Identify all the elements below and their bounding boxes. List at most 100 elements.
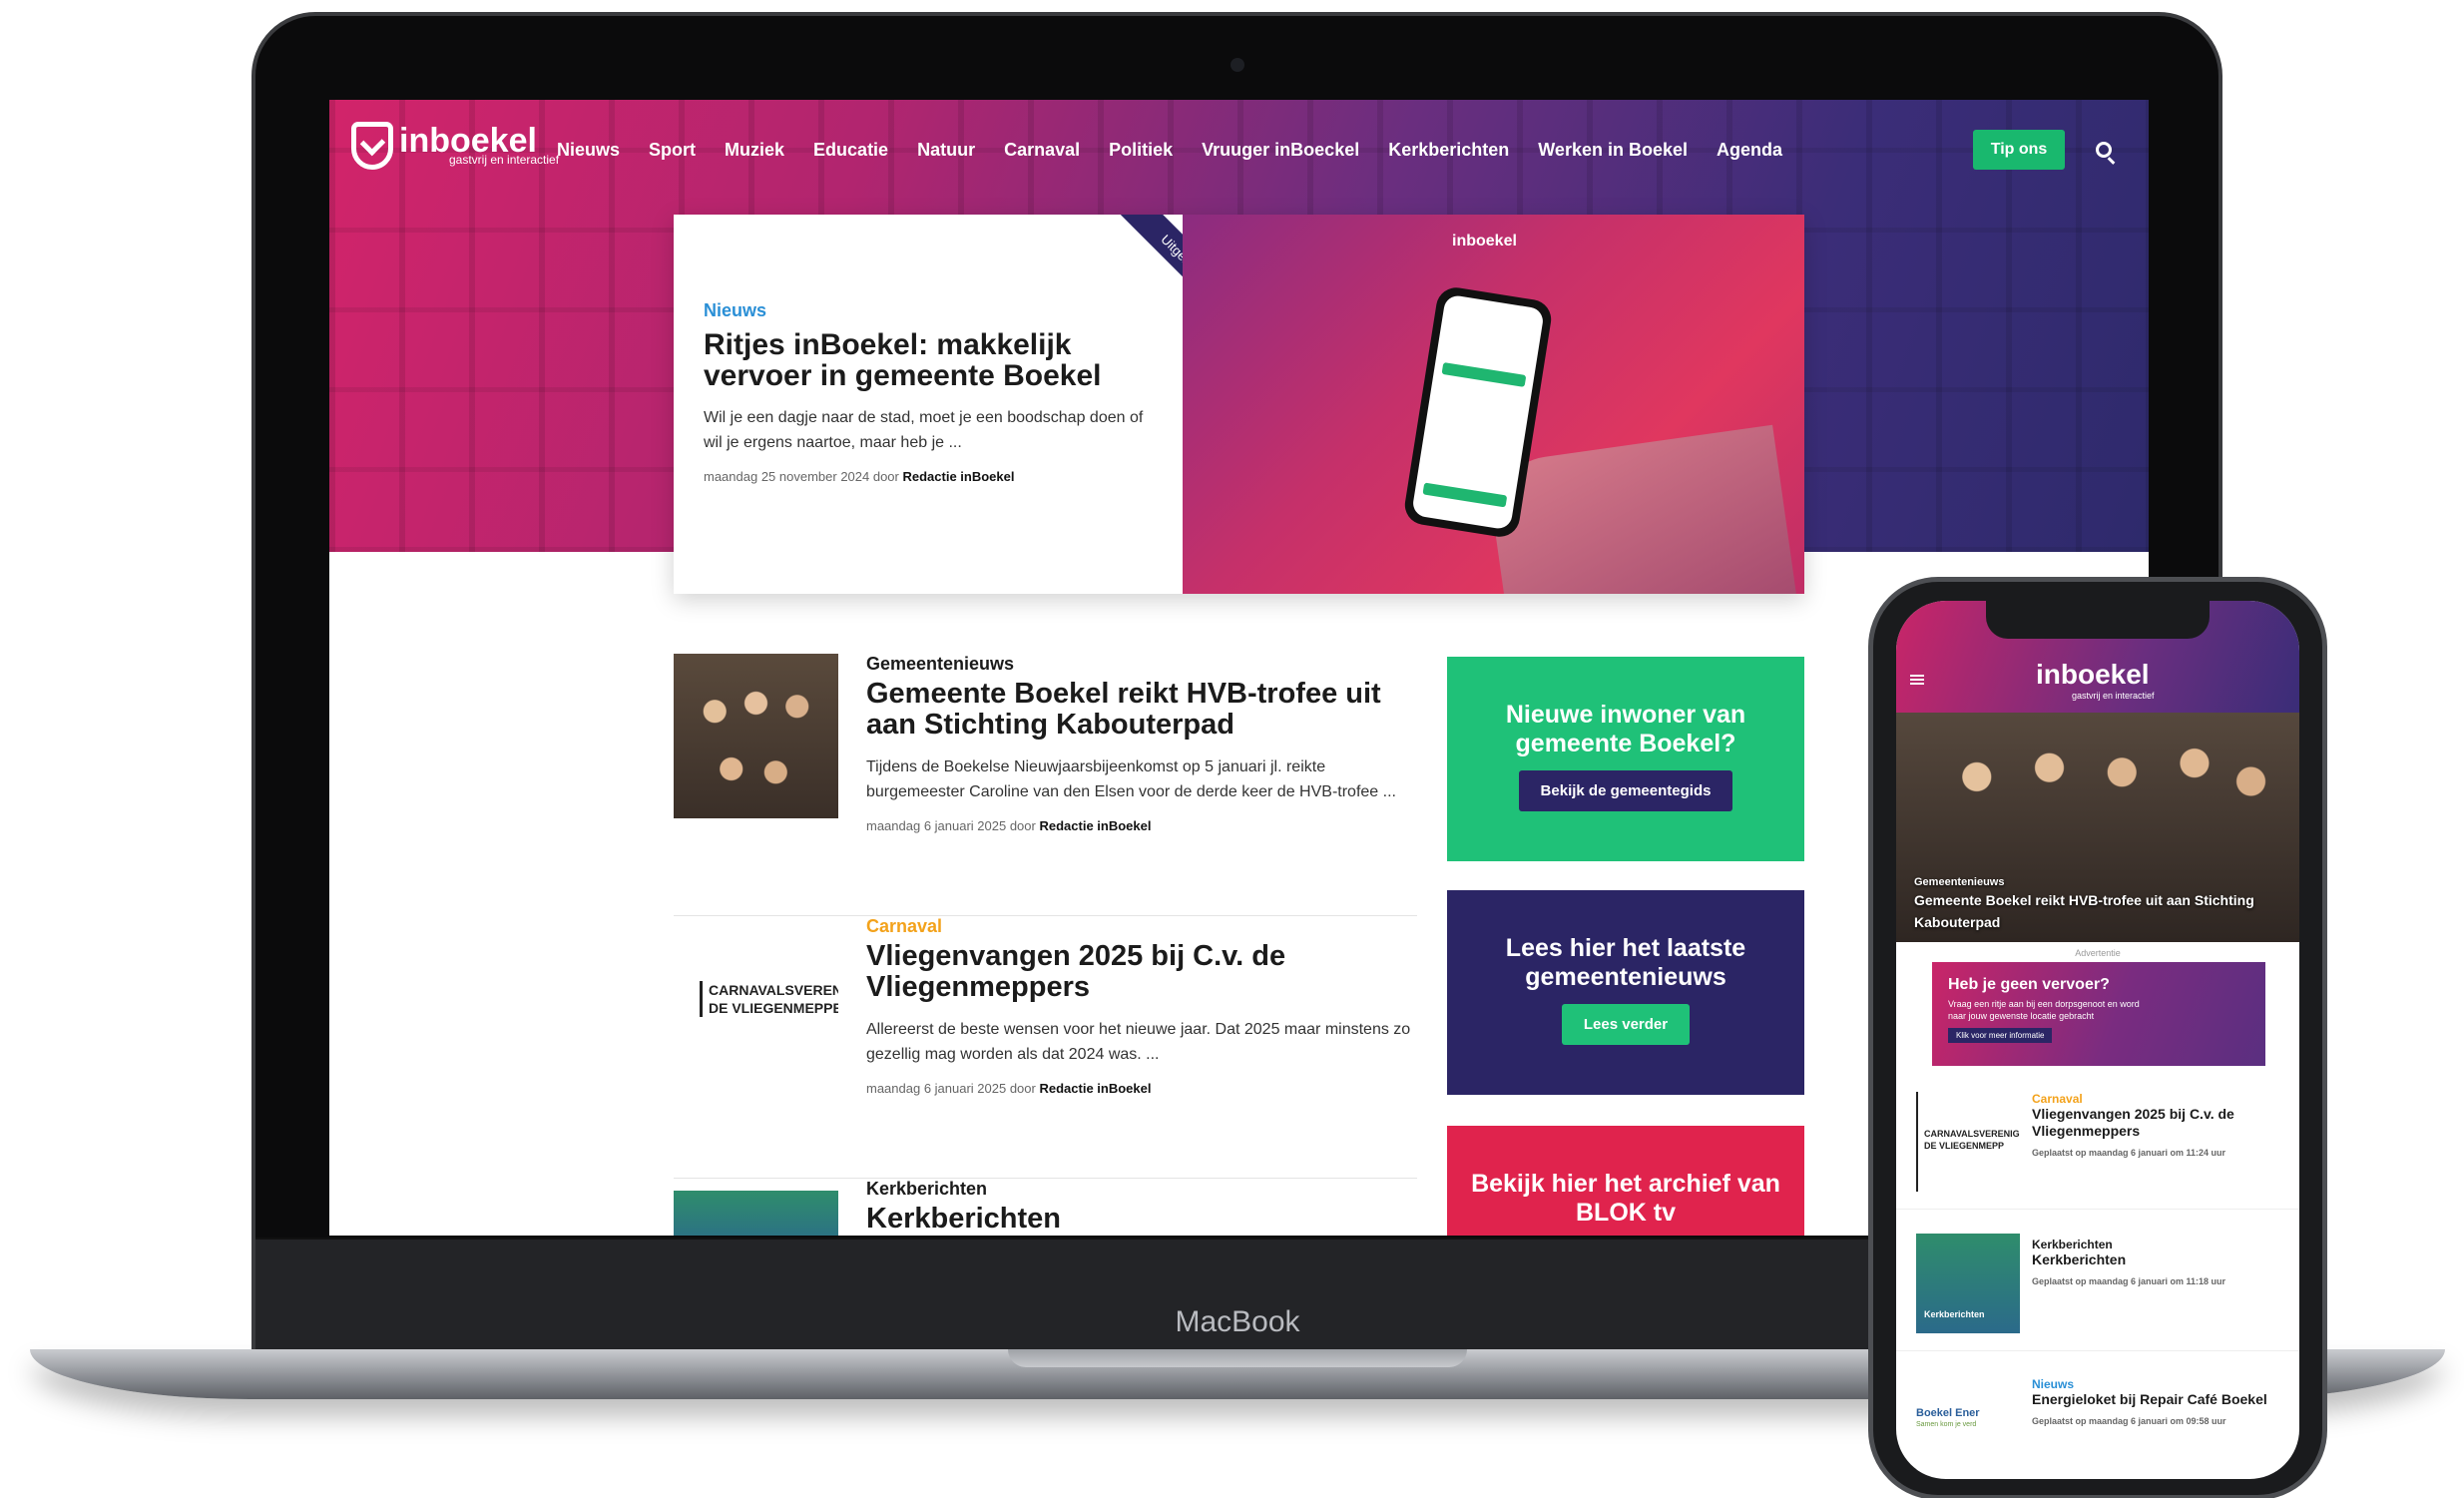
featured-date: maandag 25 november 2024 door (704, 469, 899, 484)
list-item[interactable]: Kerkberichten Kerkberichten Kerkberichte… (1896, 1212, 2299, 1351)
featured-meta: maandag 25 november 2024 door Redactie i… (704, 469, 1155, 484)
site-header: inboekel gastvrij en interactief Nieuws … (329, 100, 2149, 200)
vliegenmeppers-logo: CARNAVALSVERENIG DE VLIEGENMEPPE (700, 980, 838, 1017)
list-item[interactable]: Boekel Ener Samen kom je verd Nieuws Ene… (1896, 1353, 2299, 1479)
featured-category[interactable]: Nieuws (704, 300, 1155, 321)
thumb-line: Samen kom je verd (1916, 1421, 1977, 1428)
nav-item-educatie[interactable]: Educatie (813, 140, 888, 161)
list-item[interactable]: CARNAVALSVERENIG DE VLIEGENMEPPE Carnava… (674, 916, 1417, 1179)
article-category[interactable]: Gemeentenieuws (866, 654, 1417, 675)
logo-line: DE VLIEGENMEPPE (709, 999, 838, 1016)
phone-logo-text: inboekel (2036, 659, 2150, 690)
promo-title: Bekijk hier het archief van BLOK tv (1471, 1170, 1780, 1227)
phone-logo[interactable]: inboekel gastvrij en interactief (2036, 659, 2155, 701)
phone-item-title[interactable]: Vliegenvangen 2025 bij C.v. de Vliegenme… (2032, 1106, 2281, 1140)
nav-item-sport[interactable]: Sport (649, 140, 696, 161)
phone-item-category[interactable]: Carnaval (2032, 1092, 2281, 1106)
phone-item-meta: Geplaatst op maandag 6 januari om 09:58 … (2032, 1416, 2226, 1426)
lees-verder-button[interactable]: Lees verder (1561, 1004, 1691, 1045)
phone-hero-text: Gemeentenieuws Gemeente Boekel reikt HVB… (1914, 876, 2285, 933)
nav-item-werken[interactable]: Werken in Boekel (1538, 140, 1688, 161)
nav-item-vruuger[interactable]: Vruuger inBoeckel (1202, 140, 1359, 161)
thumb-line: Boekel Ener (1916, 1407, 1980, 1419)
article-thumbnail[interactable] (674, 1191, 838, 1236)
featured-image-logo: inboekel (1452, 233, 1517, 250)
thumb-line: Kerkberichten (1924, 1309, 1985, 1319)
tip-ons-button[interactable]: Tip ons (1973, 130, 2065, 170)
phone-item-title[interactable]: Kerkberichten (2032, 1251, 2281, 1268)
thumb-line: CARNAVALSVERENIG (1924, 1129, 2020, 1139)
laptop-camera (1231, 58, 1244, 72)
nav-item-nieuws[interactable]: Nieuws (557, 140, 620, 161)
article-author[interactable]: Redactie inBoekel (1039, 818, 1151, 833)
promo-new-residents: Nieuwe inwoner van gemeente Boekel? Beki… (1447, 657, 1804, 861)
article-title[interactable]: Kerkberichten (866, 1204, 1417, 1235)
promo-blok-tv[interactable]: Bekijk hier het archief van BLOK tv (1447, 1126, 1804, 1236)
article-thumbnail[interactable]: CARNAVALSVERENIG DE VLIEGENMEPPE (674, 916, 838, 1081)
nav-item-natuur[interactable]: Natuur (917, 140, 975, 161)
article-excerpt: Tijdens de Boekelse Nieuwjaarsbijeenkoms… (866, 758, 1396, 800)
laptop-opening-notch (1008, 1349, 1467, 1367)
phone-hero-title[interactable]: Gemeente Boekel reikt HVB-trofee uit aan… (1914, 889, 2285, 933)
main-nav: Nieuws Sport Muziek Educatie Natuur Carn… (557, 140, 1811, 161)
logo-tagline: gastvrij en interactief (449, 153, 560, 167)
gemeentegids-button[interactable]: Bekijk de gemeentegids (1518, 770, 1733, 811)
ad-button[interactable]: Klik voor meer informatie (1948, 1028, 2053, 1043)
phone-logo-tagline: gastvrij en interactief (2072, 691, 2155, 701)
featured-excerpt: Wil je een dagje naar de stad, moet je e… (704, 409, 1144, 451)
article-title[interactable]: Gemeente Boekel reikt HVB-trofee uit aan… (866, 679, 1417, 741)
promo-municipal-news: Lees hier het laatste gemeentenieuws Lee… (1447, 890, 1804, 1095)
phone-item-category[interactable]: Kerkberichten (2032, 1238, 2281, 1251)
list-item[interactable]: CARNAVALSVERENIG DE VLIEGENMEPP Carnaval… (1896, 1080, 2299, 1210)
phone-item-thumbnail[interactable]: Boekel Ener Samen kom je verd (1916, 1375, 2020, 1475)
featured-text: Nieuws Ritjes inBoekel: makkelijk vervoe… (674, 215, 1183, 594)
phone-hero-article[interactable]: Gemeentenieuws Gemeente Boekel reikt HVB… (1896, 713, 2299, 942)
nav-item-politiek[interactable]: Politiek (1109, 140, 1173, 161)
featured-title[interactable]: Ritjes inBoekel: makkelijk vervoer in ge… (704, 329, 1155, 391)
phone-notch (1986, 599, 2210, 639)
phone-item-thumbnail[interactable]: CARNAVALSVERENIG DE VLIEGENMEPP (1916, 1092, 2020, 1192)
article-list: Gemeentenieuws Gemeente Boekel reikt HVB… (674, 654, 1417, 1236)
nav-item-kerkberichten[interactable]: Kerkberichten (1388, 140, 1509, 161)
hand-illustration (1485, 424, 1798, 594)
logo-line: CARNAVALSVERENIG (709, 981, 838, 998)
promo-title: Nieuwe inwoner van gemeente Boekel? (1505, 701, 1746, 757)
article-thumbnail[interactable] (674, 654, 838, 818)
article-meta: maandag 6 januari 2025 door Redactie inB… (866, 1081, 1417, 1096)
article-category[interactable]: Carnaval (866, 916, 1417, 937)
article-category[interactable]: Kerkberichten (866, 1179, 1417, 1200)
article-author[interactable]: Redactie inBoekel (1039, 1081, 1151, 1096)
nav-item-muziek[interactable]: Muziek (725, 140, 784, 161)
phone-hero-category: Gemeentenieuws (1914, 876, 2005, 888)
phone-item-meta: Geplaatst op maandag 6 januari om 11:18 … (2032, 1276, 2226, 1286)
phone-screen: inboekel gastvrij en interactief Gemeent… (1896, 601, 2299, 1479)
article-date: maandag 6 januari 2025 door (866, 818, 1036, 833)
list-item[interactable]: Kerkberichten Kerkberichten (674, 1179, 1417, 1236)
thumb-line: DE VLIEGENMEPP (1924, 1141, 2005, 1151)
phone-item-thumbnail[interactable]: Kerkberichten (1916, 1234, 2020, 1333)
promo-title: Lees hier het laatste gemeentenieuws (1505, 934, 1746, 991)
nav-item-agenda[interactable]: Agenda (1717, 140, 1782, 161)
mockup-stage: MacBook inboekel gastvrij en interactief… (0, 0, 2464, 1498)
article-date: maandag 6 januari 2025 door (866, 1081, 1036, 1096)
logo-shield-icon (351, 122, 393, 170)
list-item[interactable]: Gemeentenieuws Gemeente Boekel reikt HVB… (674, 654, 1417, 916)
ad-label: Advertentie (2075, 948, 2121, 958)
phone-advertisement[interactable]: Heb je geen vervoer? Vraag een ritje aan… (1932, 962, 2265, 1066)
phone-item-title[interactable]: Energieloket bij Repair Café Boekel (2032, 1391, 2281, 1408)
site-logo[interactable]: inboekel gastvrij en interactief (351, 122, 559, 170)
search-icon[interactable] (2096, 142, 2112, 158)
featured-article[interactable]: Nieuws Ritjes inBoekel: makkelijk vervoe… (674, 215, 1804, 594)
featured-image[interactable]: inboekel (1183, 215, 1804, 594)
laptop-brand-label: MacBook (1175, 1305, 1300, 1338)
article-excerpt: Allereerst de beste wensen voor het nieu… (866, 1021, 1411, 1063)
article-meta: maandag 6 januari 2025 door Redactie inB… (866, 818, 1417, 833)
hamburger-menu-icon[interactable] (1910, 675, 1924, 685)
article-title[interactable]: Vliegenvangen 2025 bij C.v. de Vliegenme… (866, 941, 1417, 1003)
featured-author[interactable]: Redactie inBoekel (903, 469, 1015, 484)
nav-item-carnaval[interactable]: Carnaval (1004, 140, 1080, 161)
phone-item-meta: Geplaatst op maandag 6 januari om 11:24 … (2032, 1148, 2226, 1158)
ad-title: Heb je geen vervoer? (1948, 976, 2110, 993)
phone-item-category[interactable]: Nieuws (2032, 1377, 2281, 1391)
ad-text: Vraag een ritje aan bij een dorpsgenoot … (1948, 999, 2140, 1021)
